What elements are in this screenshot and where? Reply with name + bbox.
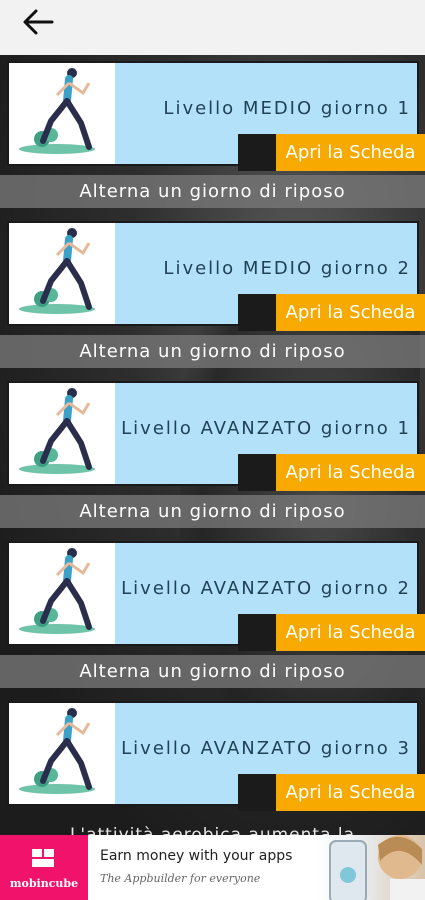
mobincube-logo-icon (32, 849, 54, 867)
rest-note: Alterna un giorno di riposo (0, 655, 425, 688)
runner-illustration (9, 543, 115, 644)
card-tab (238, 454, 276, 491)
runner-illustration (9, 383, 115, 484)
info-text: L'attività aerobica aumenta la (69, 825, 356, 835)
ad-photo (318, 835, 425, 900)
workout-title: Livello AVANZATO giorno 2 (121, 578, 411, 599)
ad-brand-logo: mobincube (0, 835, 88, 900)
workout-card: Livello MEDIO giorno 2 Apri la Scheda Al… (0, 215, 425, 375)
rest-note: Alterna un giorno di riposo (0, 335, 425, 368)
workout-card: Livello AVANZATO giorno 1 Apri la Scheda… (0, 375, 425, 535)
arrow-left-icon (23, 9, 54, 35)
workout-card: Livello AVANZATO giorno 2 Apri la Scheda… (0, 535, 425, 695)
open-sheet-button[interactable]: Apri la Scheda (276, 774, 425, 811)
ad-headline: Earn money with your apps (100, 848, 293, 864)
workout-title: Livello MEDIO giorno 2 (163, 258, 411, 279)
workout-title: Livello AVANZATO giorno 1 (121, 418, 411, 439)
open-sheet-button[interactable]: Apri la Scheda (276, 134, 425, 171)
ad-tagline: The Appbuilder for everyone (100, 872, 261, 885)
runner-illustration (9, 63, 115, 164)
card-tab (238, 774, 276, 811)
open-sheet-button[interactable]: Apri la Scheda (276, 454, 425, 491)
ad-brand-name: mobincube (9, 877, 79, 890)
open-sheet-button[interactable]: Apri la Scheda (276, 614, 425, 651)
runner-illustration (9, 223, 115, 324)
ad-banner[interactable]: mobincube Earn money with your apps The … (0, 835, 425, 900)
card-tab (238, 614, 276, 651)
back-button[interactable] (18, 4, 58, 40)
workout-card: Livello MEDIO giorno 1 Apri la Scheda Al… (0, 55, 425, 215)
workout-list[interactable]: Livello MEDIO giorno 1 Apri la Scheda Al… (0, 55, 425, 835)
card-tab (238, 294, 276, 331)
workout-title: Livello MEDIO giorno 1 (163, 98, 411, 119)
rest-note: Alterna un giorno di riposo (0, 495, 425, 528)
workout-title: Livello AVANZATO giorno 3 (121, 738, 411, 759)
rest-note: Alterna un giorno di riposo (0, 175, 425, 208)
runner-illustration (9, 703, 115, 804)
top-bar (0, 0, 425, 55)
open-sheet-button[interactable]: Apri la Scheda (276, 294, 425, 331)
card-tab (238, 134, 276, 171)
workout-card: Livello AVANZATO giorno 3 Apri la Scheda (0, 695, 425, 835)
